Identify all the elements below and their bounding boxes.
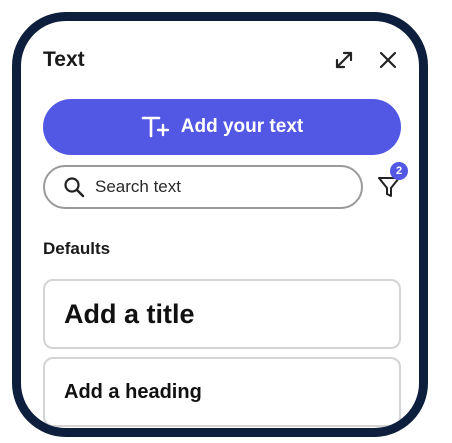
add-title-card[interactable]: Add a title [43,279,401,349]
text-add-icon [141,116,169,138]
device-frame: Text Add your text Search text 2 Default… [12,12,428,437]
search-field[interactable] [43,165,363,209]
add-your-text-label: Add your text [180,116,304,137]
search-icon [64,177,85,198]
add-your-text-button[interactable]: Add your text [43,99,401,155]
close-button[interactable] [375,47,401,73]
expand-diagonal-icon [335,51,353,69]
panel-title: Text [43,48,85,71]
defaults-section-label: Defaults [43,239,111,258]
text-panel: Text Add your text Search text 2 Default… [43,21,408,428]
search-input[interactable] [93,176,337,198]
filter-count-badge: 2 [390,162,408,180]
panel-header: Text [43,45,401,75]
add-heading-card[interactable]: Add a heading [43,357,401,427]
expand-button[interactable] [331,47,357,73]
close-icon [379,51,397,69]
